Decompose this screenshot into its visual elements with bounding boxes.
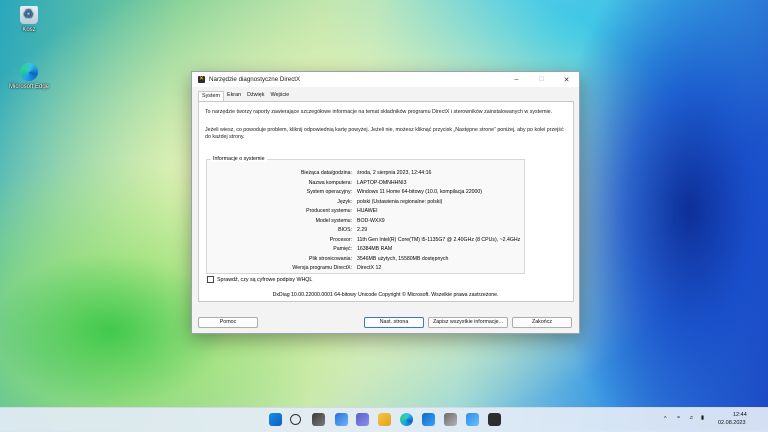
edge-taskbar-icon[interactable]	[400, 413, 413, 426]
info-row: Model systemu: BOD-WXX9	[207, 218, 524, 225]
whql-checkbox-row[interactable]: Sprawdź, czy są cyfrowe podpisy WHQL	[207, 276, 312, 283]
taskbar: ^ ≈ ♬ ▮ 12:44 02.08.2023	[0, 407, 768, 432]
system-panel: To narzędzie tworzy raporty zawierające …	[198, 101, 574, 302]
next-page-button[interactable]: Nast. strona	[364, 317, 424, 328]
save-all-button[interactable]: Zapisz wszystkie informacje...	[428, 317, 508, 328]
directx-app-icon	[198, 75, 205, 83]
info-row: Plik stronicowania: 3546MB użytych, 1558…	[207, 256, 524, 263]
info-row: Producent systemu: HUAWEI	[207, 208, 524, 215]
info-value: BOD-WXX9	[357, 217, 385, 224]
info-label: Wersja programu DirectX:	[292, 265, 352, 271]
info-row: System operacyjny: Windows 11 Home 64-bi…	[207, 189, 524, 196]
battery-icon[interactable]: ▮	[701, 415, 704, 421]
info-label: Model systemu:	[315, 217, 352, 224]
system-info-group-label: Informacje o systemie	[211, 156, 267, 162]
close-icon[interactable]: ✕	[554, 76, 579, 84]
help-button[interactable]: Pomoc	[198, 317, 258, 328]
tab-dzwiek[interactable]: Dźwięk	[244, 91, 267, 101]
title-bar[interactable]: Narzędzie diagnostyczne DirectX – □ ✕	[192, 72, 579, 87]
app-icon[interactable]	[444, 413, 457, 426]
info-value: DirectX 12	[357, 265, 382, 271]
chevron-up-icon[interactable]: ^	[664, 416, 667, 422]
volume-icon[interactable]: ♬	[689, 415, 695, 421]
widgets-icon[interactable]	[335, 413, 348, 426]
info-value: Windows 11 Home 64-bitowy (10.0, kompila…	[357, 189, 483, 195]
info-label: System operacyjny:	[306, 189, 352, 195]
edge-label: Microsoft Edge	[8, 84, 50, 90]
app-icon[interactable]	[466, 413, 479, 426]
wifi-icon[interactable]: ≈	[677, 415, 680, 421]
tab-system[interactable]: System	[198, 91, 224, 101]
info-value: polski (Ustawienia regionalne: polski)	[357, 198, 443, 205]
whql-checkbox[interactable]	[207, 276, 214, 283]
clock-date[interactable]: 02.08.2023	[718, 420, 746, 426]
info-label: BIOS:	[338, 227, 352, 233]
intro-text-1: To narzędzie tworzy raporty zawierające …	[205, 109, 553, 115]
edge-icon	[20, 63, 38, 81]
task-view-icon[interactable]	[312, 413, 325, 426]
maximize-icon[interactable]: □	[529, 76, 554, 83]
info-label: Plik stronicowania:	[309, 255, 352, 262]
info-value: 3546MB użytych, 15580MB dostępnych	[357, 255, 449, 262]
info-row: BIOS: 2.29	[207, 227, 524, 234]
info-label: Producent systemu:	[306, 208, 352, 214]
store-icon[interactable]	[422, 413, 435, 426]
info-label: Procesor:	[329, 236, 352, 243]
dxdiag-window: Narzędzie diagnostyczne DirectX – □ ✕ Sy…	[191, 71, 580, 334]
directx-taskbar-icon[interactable]	[488, 413, 501, 426]
start-icon[interactable]	[269, 413, 282, 426]
recycle-bin-icon	[20, 6, 38, 24]
info-value: LAPTOP-DMNHHNI3	[357, 179, 407, 186]
tab-ekran[interactable]: Ekran	[224, 91, 244, 101]
info-label: Bieżąca data/godzina:	[300, 170, 352, 176]
info-label: Pamięć:	[333, 246, 352, 252]
info-value: 11th Gen Intel(R) Core(TM) i5-1135G7 @ 2…	[357, 236, 521, 243]
info-row: Bieżąca data/godzina: środa, 2 sierpnia …	[207, 170, 524, 177]
copyright-note: DxDiag 10.00.22000.0001 64-bitowy Unicod…	[272, 292, 499, 298]
info-row: Wersja programu DirectX: DirectX 12	[207, 265, 524, 272]
edge-desktop-icon[interactable]: Microsoft Edge	[3, 63, 55, 90]
clock-time[interactable]: 12:44	[733, 412, 747, 418]
info-value: 16384MB RAM	[357, 246, 393, 252]
info-row: Procesor: 11th Gen Intel(R) Core(TM) i5-…	[207, 237, 524, 244]
info-row: Język: polski (Ustawienia regionalne: po…	[207, 199, 524, 206]
window-title: Narzędzie diagnostyczne DirectX	[209, 76, 301, 83]
chat-icon[interactable]	[356, 413, 369, 426]
info-row: Pamięć: 16384MB RAM	[207, 246, 524, 253]
tab-strip: System Ekran Dźwięk Wejście	[192, 91, 579, 101]
info-row: Nazwa komputera: LAPTOP-DMNHHNI3	[207, 180, 524, 187]
info-value: HUAWEI	[357, 208, 378, 214]
info-label: Język:	[337, 198, 352, 205]
recycle-bin-label: Kosz	[22, 27, 36, 33]
search-icon[interactable]	[290, 414, 301, 425]
file-explorer-icon[interactable]	[378, 413, 391, 426]
tab-wejscie[interactable]: Wejście	[267, 91, 292, 101]
whql-checkbox-label: Sprawdź, czy są cyfrowe podpisy WHQL	[217, 276, 313, 283]
recycle-bin-desktop-icon[interactable]: Kosz	[3, 6, 55, 33]
minimize-icon[interactable]: –	[504, 76, 529, 83]
info-value: środa, 2 sierpnia 2023, 12:44:16	[357, 170, 432, 176]
exit-button[interactable]: Zakończ	[512, 317, 572, 328]
info-label: Nazwa komputera:	[308, 179, 352, 186]
system-info-group: Informacje o systemie Bieżąca data/godzi…	[206, 156, 525, 274]
intro-text-2: Jeżeli wiesz, co powoduje problem, klikn…	[205, 127, 564, 140]
info-value: 2.29	[357, 227, 368, 233]
